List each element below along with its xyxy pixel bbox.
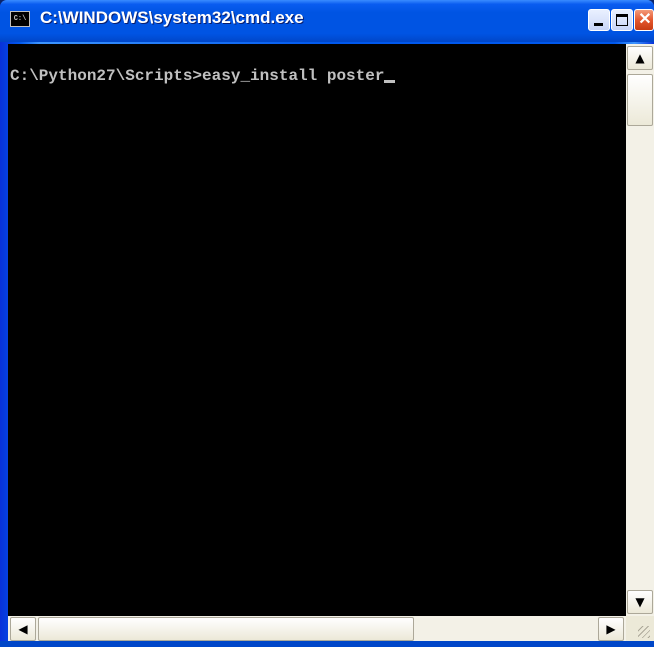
scroll-right-button[interactable]: ▶ <box>598 617 624 641</box>
arrow-down-icon: ▼ <box>635 595 645 609</box>
maximize-icon <box>616 14 628 26</box>
minimize-icon <box>594 23 603 26</box>
horizontal-scrollbar[interactable]: ◀ ▶ <box>8 616 626 641</box>
scroll-up-button[interactable]: ▲ <box>627 46 653 70</box>
console-window: C:\ C:\WINDOWS\system32\cmd.exe ✕ C:\Pyt… <box>0 0 654 647</box>
console-output[interactable]: C:\Python27\Scripts>easy_install poster <box>8 44 626 616</box>
command-text: easy_install poster <box>202 67 385 85</box>
vertical-scroll-thumb[interactable] <box>627 74 653 126</box>
close-icon: ✕ <box>638 11 652 28</box>
vertical-scrollbar[interactable]: ▲ ▼ <box>626 44 654 616</box>
prompt-text: C:\Python27\Scripts> <box>10 67 203 85</box>
minimize-button[interactable] <box>588 9 610 31</box>
window-title: C:\WINDOWS\system32\cmd.exe <box>40 8 304 27</box>
horizontal-scroll-thumb[interactable] <box>38 617 414 641</box>
arrow-right-icon: ▶ <box>606 622 616 636</box>
maximize-button[interactable] <box>611 9 633 31</box>
cmd-icon[interactable]: C:\ <box>10 11 30 27</box>
command-line: C:\Python27\Scripts>easy_install poster <box>10 66 396 86</box>
text-cursor <box>384 80 396 83</box>
title-bar[interactable]: C:\ C:\WINDOWS\system32\cmd.exe ✕ <box>0 0 654 42</box>
arrow-left-icon: ◀ <box>18 622 28 636</box>
window-bottom-border <box>0 641 654 647</box>
resize-corner[interactable] <box>626 616 654 641</box>
scroll-down-button[interactable]: ▼ <box>627 590 653 614</box>
resize-grip-icon[interactable] <box>638 626 650 638</box>
close-button[interactable]: ✕ <box>634 9 654 31</box>
arrow-up-icon: ▲ <box>635 51 645 65</box>
scroll-left-button[interactable]: ◀ <box>10 617 36 641</box>
